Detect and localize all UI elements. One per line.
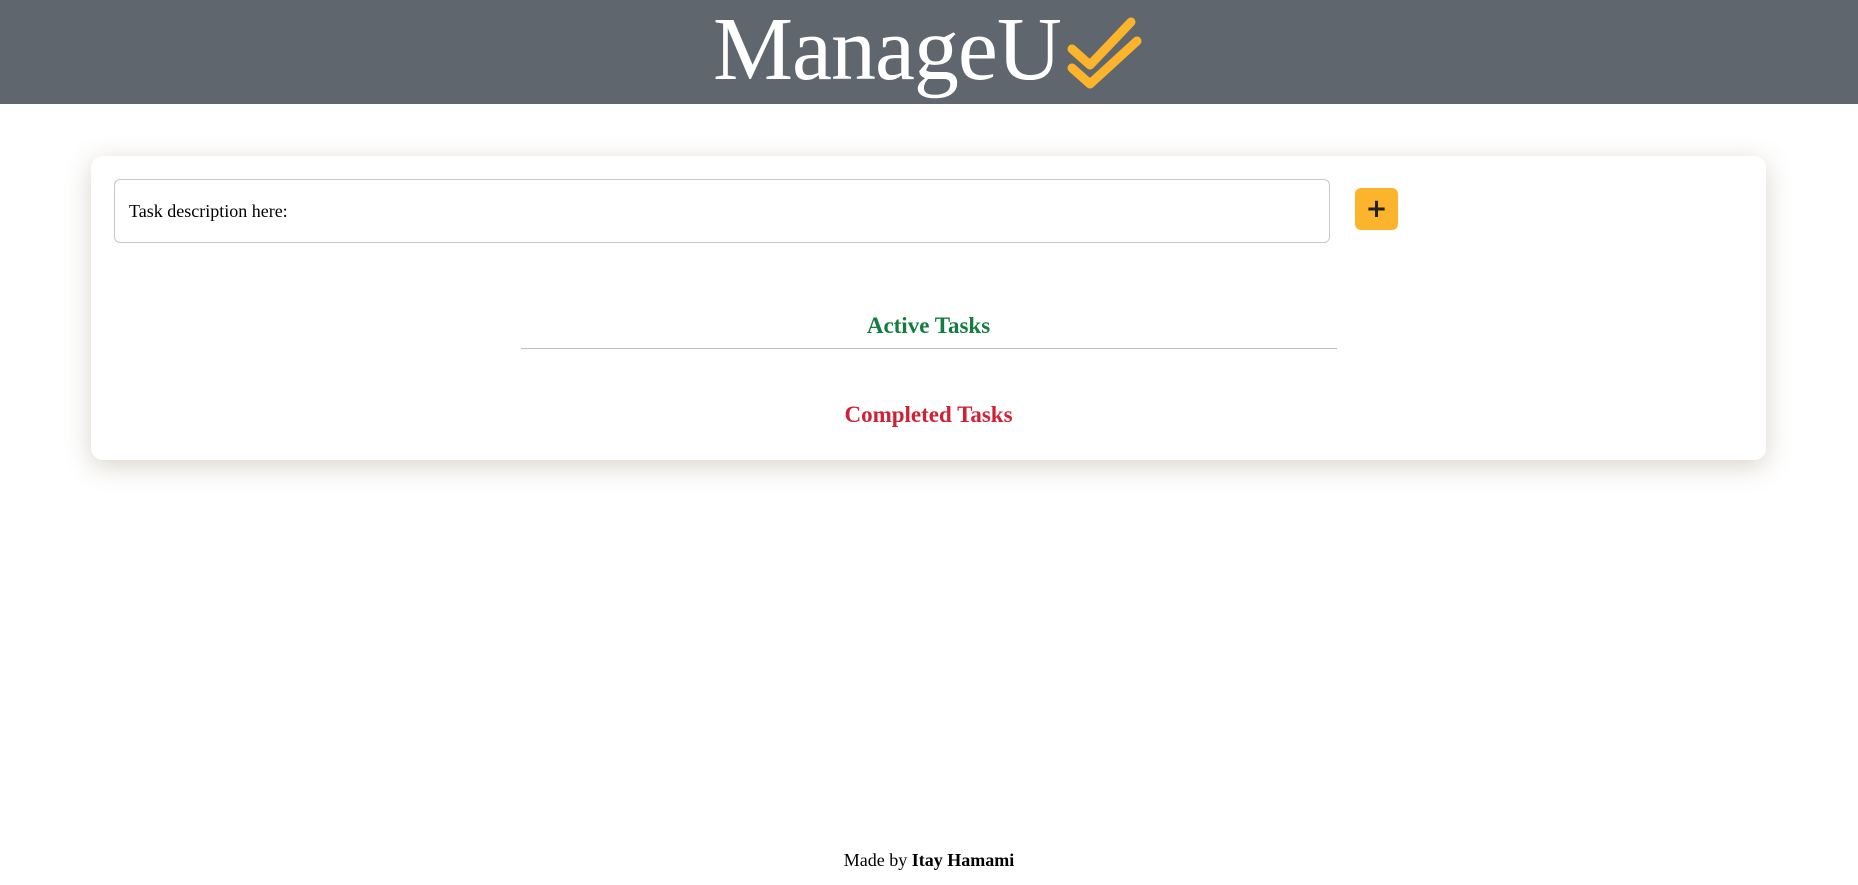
section-divider: [521, 348, 1337, 349]
brand-name: ManageU: [713, 0, 1062, 99]
completed-tasks-title: Completed Tasks: [844, 402, 1013, 427]
task-description-input[interactable]: [114, 179, 1330, 243]
footer-prefix: Made by: [843, 850, 908, 870]
footer-author: Itay Hamami: [911, 850, 1015, 870]
double-check-icon: [1067, 17, 1142, 89]
task-card: + Active Tasks Completed Tasks: [91, 156, 1766, 460]
plus-icon: +: [1365, 194, 1388, 224]
brand-logo: ManageU: [713, 0, 1147, 102]
add-task-button[interactable]: +: [1355, 188, 1398, 230]
app-header: ManageU: [0, 0, 1858, 104]
active-tasks-title: Active Tasks: [866, 313, 991, 338]
page-footer: Made by Itay Hamami: [0, 851, 1858, 869]
